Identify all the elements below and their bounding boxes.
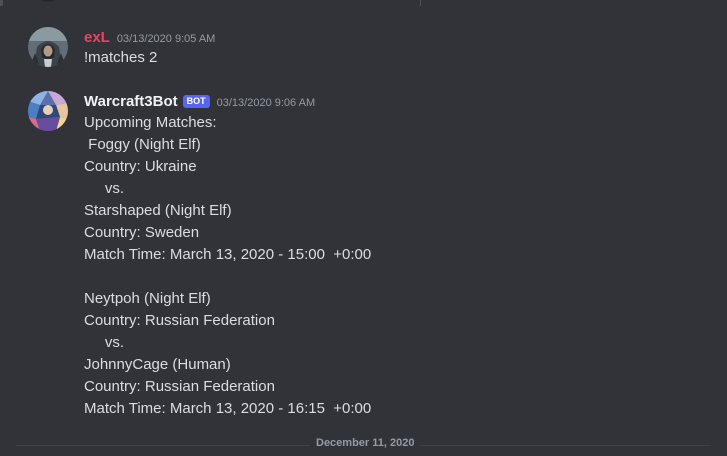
bot-badge: BOT — [182, 95, 210, 108]
hooded-warrior-avatar-icon — [28, 27, 68, 67]
message-line: JohnnyCage (Human) — [84, 356, 231, 373]
message-line: Starshaped (Night Elf) — [84, 202, 232, 219]
message-line: Neytpoh (Night Elf) — [84, 290, 211, 307]
scrollbar-thumb[interactable] — [0, 0, 3, 6]
message-line: Upcoming Matches: — [84, 114, 217, 131]
message-text: !matches 2 — [84, 49, 158, 66]
message-line: Country: Russian Federation — [84, 312, 275, 329]
author-name[interactable]: exL — [84, 29, 110, 46]
message-timestamp[interactable]: 03/13/2020 9:06 AM — [217, 97, 315, 109]
message-line: Country: Russian Federation — [84, 378, 275, 395]
user-avatar[interactable] — [28, 27, 68, 67]
date-divider-label: December 11, 2020 — [310, 437, 421, 449]
message-line: Match Time: March 13, 2020 - 15:00 +0:00 — [84, 246, 372, 263]
message-line: Foggy (Night Elf) — [84, 136, 201, 153]
message-timestamp[interactable]: 03/13/2020 9:05 AM — [117, 33, 215, 45]
previous-divider — [420, 0, 421, 6]
stained-glass-avatar-icon — [28, 91, 68, 131]
message-header: exL 03/13/2020 9:05 AM — [84, 29, 215, 46]
message-header: Warcraft3Bot BOT 03/13/2020 9:06 AM — [84, 93, 315, 110]
previous-message-sliver — [0, 0, 727, 8]
message-line: Match Time: March 13, 2020 - 16:15 +0:00 — [84, 400, 372, 417]
message-line: vs. — [84, 334, 125, 351]
previous-avatar — [34, 0, 62, 2]
date-divider: December 11, 2020 — [0, 436, 727, 456]
bot-avatar[interactable] — [28, 91, 68, 131]
author-name[interactable]: Warcraft3Bot — [84, 93, 178, 110]
message-line: vs. — [84, 180, 125, 197]
message-line: Country: Ukraine — [84, 158, 197, 175]
message-line: Country: Sweden — [84, 224, 200, 241]
